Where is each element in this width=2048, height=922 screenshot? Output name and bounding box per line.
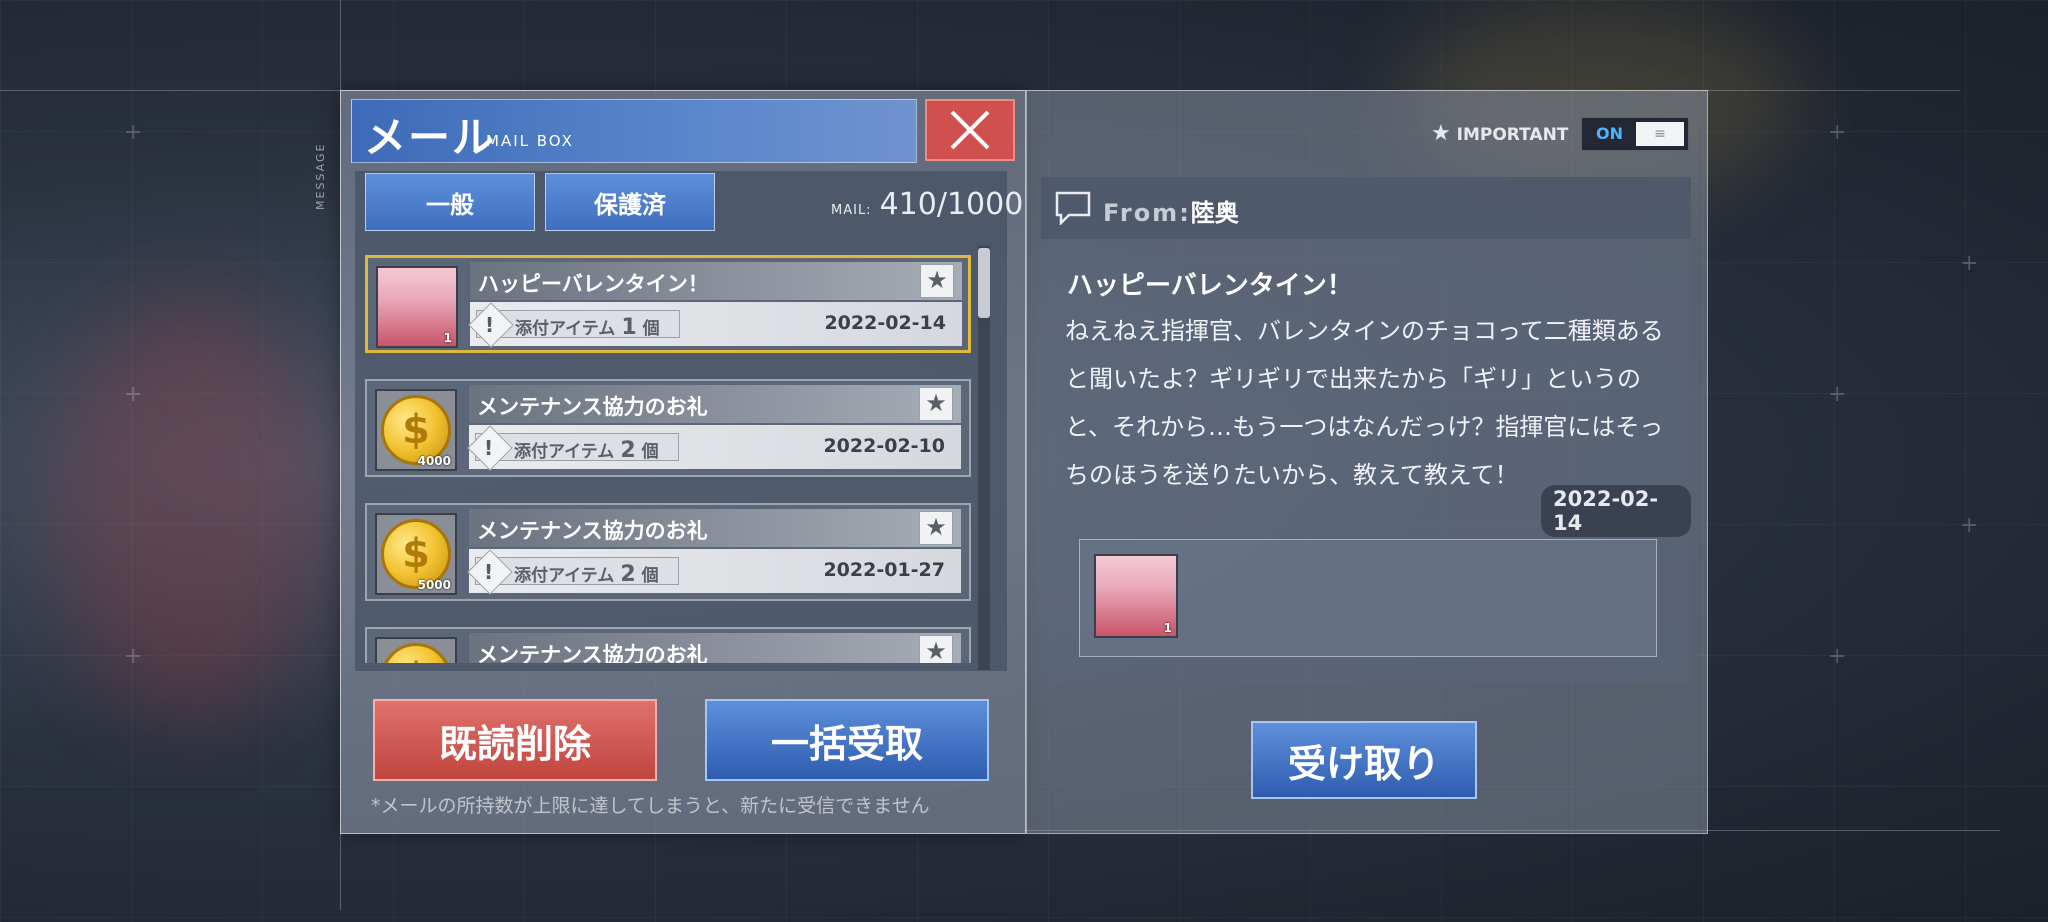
attachment-unit: 個: [641, 442, 659, 462]
mail-date: 2022-02-14: [824, 312, 946, 334]
attachment-count: 2: [620, 562, 636, 587]
mail-subject: メンテナンス協力のお礼: [477, 519, 708, 543]
important-label: IMPORTANT: [1456, 125, 1569, 145]
attachment-text: 添付アイテム 2 個: [514, 561, 659, 587]
gold-coin-icon: $: [381, 643, 451, 663]
speech-bubble-icon: [1055, 191, 1091, 225]
attachment-text: 添付アイテム 2 個: [514, 437, 659, 463]
page-title: メール: [364, 113, 497, 162]
mail-info-bar: ! 添付アイテム 2 個 2022-02-10: [467, 425, 961, 471]
mail-list-scrollbar[interactable]: [978, 246, 990, 670]
mail-subject: メンテナンス協力のお礼: [477, 643, 708, 663]
page-subtitle: MAIL BOX: [486, 132, 574, 150]
sender-bar: From:陸奥: [1041, 177, 1691, 239]
grid-cross: +: [124, 120, 143, 145]
mail-body: ねえねえ指揮官、バレンタインのチョコって二種類あると聞いたよ？ギリギリで出来たか…: [1065, 317, 1664, 489]
tab-general[interactable]: 一般: [365, 173, 535, 231]
attachment-count: 2: [620, 438, 636, 463]
thumb-quantity: 4000: [417, 454, 451, 468]
toggle-state: ON: [1596, 124, 1623, 143]
tab-protected[interactable]: 保護済: [545, 173, 715, 231]
mail-date: 2022-02-10: [823, 435, 945, 457]
attachment-count: 1: [621, 315, 637, 340]
attachment-label: 添付アイテム: [514, 442, 615, 462]
mail-item[interactable]: $ メンテナンス協力のお礼 ★: [365, 627, 971, 663]
grid-cross: +: [1828, 120, 1847, 145]
toggle-knob: ≡: [1636, 122, 1684, 146]
from-label: From:: [1103, 199, 1191, 227]
mail-item[interactable]: $ 4000 メンテナンス協力のお礼 ! 添付アイテム 2 個 2022-02-10…: [365, 379, 971, 477]
character-portrait: 1: [376, 266, 458, 348]
mail-info-bar: ! 添付アイテム 2 個 2022-01-27: [467, 549, 961, 595]
sender-line: From:陸奥: [1103, 193, 1239, 228]
mail-subject-bar: ハッピーバレンタイン！: [470, 262, 962, 300]
mail-item[interactable]: $ 5000 メンテナンス協力のお礼 ! 添付アイテム 2 個 2022-01-27…: [365, 503, 971, 601]
thumb-quantity: 5000: [417, 578, 451, 592]
mailbox-panel: メール MAIL BOX 一般 保護済 MAIL: 410/1000 1 ハッピー…: [340, 90, 1026, 834]
attachment-label: 添付アイテム: [514, 566, 615, 586]
mail-count-value: 410/1000: [879, 187, 1024, 222]
footer-note: *メールの所持数が上限に達してしまうと、新たに受信できません: [371, 795, 930, 817]
scrollbar-thumb[interactable]: [978, 248, 990, 318]
attachment-indicator: ! 添付アイテム 1 個: [468, 302, 680, 348]
gold-coin-thumbnail: $ 4000: [375, 389, 457, 471]
mail-item-selected[interactable]: 1 ハッピーバレンタイン！ ! 添付アイテム 1 個 2022-02-14 ★: [365, 255, 971, 353]
mail-detail-content: From:陸奥 ハッピーバレンタイン！ ねえねえ指揮官、バレンタインのチョコって…: [1041, 177, 1691, 683]
mail-subject-bar: メンテナンス協力のお礼: [469, 509, 961, 547]
receive-button[interactable]: 受け取り: [1251, 721, 1477, 799]
mail-subject: メンテナンス協力のお礼: [477, 395, 708, 419]
attachment-indicator: ! 添付アイテム 2 個: [467, 549, 679, 595]
character-portrait[interactable]: 1: [1094, 554, 1178, 638]
attachment-label: 添付アイテム: [515, 319, 616, 339]
sender-name: 陸奥: [1190, 199, 1239, 227]
mail-info-bar: ! 添付アイテム 1 個 2022-02-14: [468, 302, 962, 348]
mail-date: 2022-02-14: [1541, 485, 1691, 537]
receive-all-button[interactable]: 一括受取: [705, 699, 989, 781]
attachment-text: 添付アイテム 1 個: [515, 314, 660, 340]
important-filter: ★ IMPORTANT: [1431, 121, 1568, 146]
background-figure: [60, 300, 320, 720]
side-label: MESSAGE: [314, 142, 327, 210]
important-toggle[interactable]: ON ≡: [1581, 117, 1689, 151]
star-icon[interactable]: ★: [920, 264, 954, 298]
star-icon: ★: [1431, 121, 1451, 146]
mail-list[interactable]: 1 ハッピーバレンタイン！ ! 添付アイテム 1 個 2022-02-14 ★ $ …: [365, 255, 975, 663]
attachment-indicator: ! 添付アイテム 2 個: [467, 425, 679, 471]
close-icon: [950, 110, 990, 150]
mail-subject-bar: メンテナンス協力のお礼: [469, 385, 961, 423]
mailbox-title-bar: メール MAIL BOX: [351, 99, 917, 163]
mail-title: ハッピーバレンタイン！: [1067, 271, 1353, 301]
exclamation-mark: !: [484, 560, 494, 584]
grid-cross: +: [1828, 644, 1847, 669]
grid-cross: +: [124, 644, 143, 669]
gold-coin-thumbnail: $ 5000: [375, 513, 457, 595]
grid-cross: +: [1828, 382, 1847, 407]
gold-coin-thumbnail: $: [375, 637, 457, 663]
attachment-unit: 個: [641, 566, 659, 586]
delete-read-button[interactable]: 既読削除: [373, 699, 657, 781]
thumb-quantity: 1: [443, 331, 452, 345]
mail-count: MAIL: 410/1000: [831, 187, 1023, 222]
mail-detail-panel: ★ IMPORTANT ON ≡ From:陸奥 ハッピーバレンタイン！ ねえね…: [1026, 90, 1708, 834]
grid-cross: +: [124, 382, 143, 407]
star-icon[interactable]: ★: [919, 635, 953, 663]
exclamation-mark: !: [484, 436, 494, 460]
grid-cross: +: [1960, 513, 1979, 538]
star-icon[interactable]: ★: [919, 511, 953, 545]
mail-count-label: MAIL:: [831, 203, 872, 218]
grid-cross: +: [1960, 251, 1979, 276]
attachment-panel: 1: [1079, 539, 1657, 657]
star-icon[interactable]: ★: [919, 387, 953, 421]
mail-subject: ハッピーバレンタイン！: [478, 272, 709, 296]
thumb-quantity: 1: [1163, 621, 1172, 635]
mail-date: 2022-01-27: [823, 559, 945, 581]
attachment-unit: 個: [642, 319, 660, 339]
close-button[interactable]: [925, 99, 1015, 161]
mail-subject-bar: メンテナンス協力のお礼: [469, 633, 961, 663]
exclamation-mark: !: [485, 313, 495, 337]
